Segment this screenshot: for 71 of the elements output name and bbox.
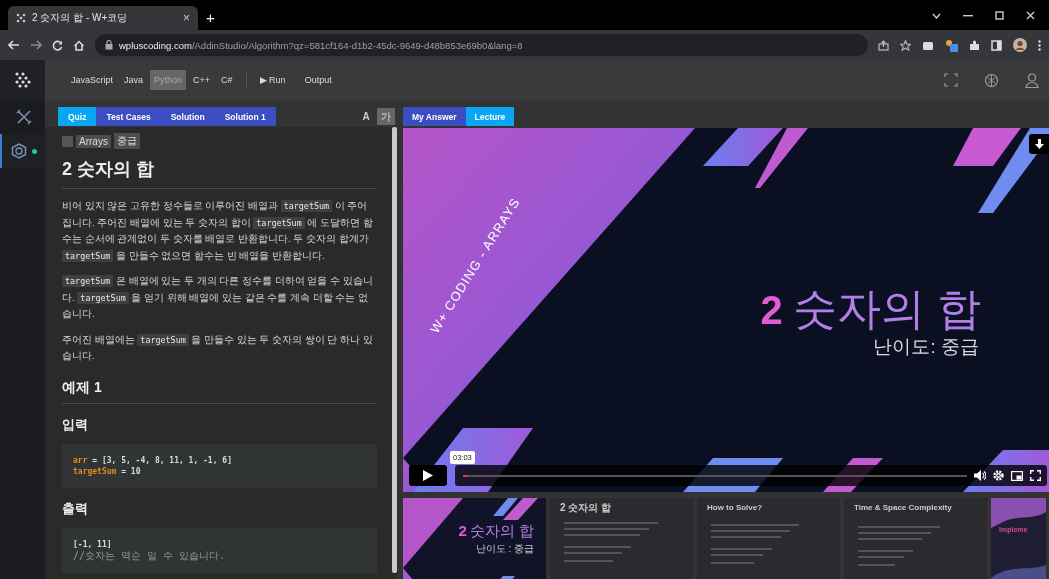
thumbnail-title: Time & Space Complexity [854, 503, 952, 512]
minimize-icon[interactable] [963, 14, 973, 17]
slide-thumbnail[interactable]: 2 숫자의 합 [550, 498, 693, 579]
thumbnail-title: 2 숫자의 합 [560, 501, 612, 515]
tools-icon [15, 109, 32, 125]
browser-tab[interactable]: 2 숫자의 합 - W+코딩 × [8, 6, 198, 30]
subsection-heading: 출력 [62, 500, 89, 518]
forward-icon[interactable] [30, 40, 42, 50]
panel-tab[interactable]: Solution 1 [214, 107, 276, 126]
toggle-button[interactable] [62, 135, 73, 147]
settings-icon[interactable] [993, 470, 1004, 481]
close-icon[interactable] [1026, 11, 1035, 20]
slide-thumbnail[interactable]: 2 숫자의 합 난이도 : 중급 [403, 498, 546, 579]
slide-thumbnail[interactable]: Time & Space Complexity [844, 498, 987, 579]
app-logo-icon [16, 13, 26, 23]
sidebar-item[interactable] [0, 134, 45, 168]
language-tab[interactable]: C++ [189, 70, 215, 90]
status-dot-icon [31, 148, 37, 154]
language-tab[interactable]: Java [120, 70, 148, 90]
hexagon-icon [10, 143, 27, 159]
language-tab[interactable]: JavaScript [67, 70, 118, 90]
more-icon[interactable] [1038, 39, 1041, 51]
reload-icon[interactable] [52, 39, 63, 51]
close-tab-button[interactable]: × [183, 11, 190, 25]
language-tab[interactable]: C# [217, 70, 237, 90]
output-button[interactable]: Output [300, 70, 336, 90]
tab-title: 2 숫자의 합 - W+코딩 [32, 11, 129, 25]
subsection-heading: 입력 [62, 416, 89, 434]
share-icon[interactable] [878, 39, 889, 51]
maximize-icon[interactable] [995, 11, 1004, 20]
star-icon[interactable] [900, 39, 911, 51]
panel-tab[interactable]: My Answer [403, 107, 466, 126]
play-button[interactable] [409, 465, 447, 486]
slide-title: 2 숫자의 합 [760, 283, 981, 335]
thumbnail-title: How to Solve? [707, 503, 763, 512]
address-bar[interactable]: wpluscoding.com/AddinStudio/Algorithm?qz=581cf164-d1b2-45dc-9649-d48b853e69b0&lang=8 [95, 34, 868, 56]
app-logo-icon[interactable] [13, 72, 32, 88]
progress-bar[interactable] [463, 474, 469, 477]
panel-tab[interactable]: Test Cases [96, 107, 161, 126]
slide-thumbnail[interactable]: How to Solve? [697, 498, 840, 579]
code-block: [-1, 11] //숫자는 역순 일 수 있습니다. [62, 527, 377, 573]
user-icon[interactable] [1025, 72, 1039, 88]
home-icon[interactable] [73, 39, 85, 51]
profile-avatar-icon[interactable] [1013, 38, 1027, 52]
font-button[interactable]: A [357, 108, 375, 125]
paragraph: 비어 있지 않은 고유한 정수들로 이루어진 배열과 targetSum 이 주어집니다. 주어진 배열에 있는 두 숫자의 합이 targetSum 에 도달하면 함수는 순서에 관계없이 두 숫자를 배열로 반환합니다. 두 숫자의 합계가 targetSum 을 만들수 없으면 함수는 빈 배열을 반환합니다. [62, 199, 374, 264]
thumbnail-subtitle: 난이도 : 중급 [475, 542, 534, 556]
play-icon [423, 470, 433, 481]
paragraph: targetSum 은 배열에 있는 두 개의 다른 정수를 더하여 얻을 수 있습니다. targetSum 을 얻기 위해 배열에 있는 같은 수를 계속 더할 수는 없습니다. [62, 274, 374, 321]
tag: Arrays [76, 134, 111, 148]
new-tab-button[interactable]: + [206, 9, 215, 26]
picture-in-picture-icon[interactable] [1011, 470, 1023, 481]
download-button[interactable] [1029, 134, 1049, 154]
section-heading: 예제 1 [62, 378, 377, 404]
chevron-down-icon[interactable] [932, 12, 941, 19]
back-icon[interactable] [8, 40, 20, 50]
url-text: wpluscoding.com/AddinStudio/Algorithm?qz=581cf164-d1b2-45dc-9649-d48b853e69b0&lang=8 [119, 39, 523, 51]
extension-badge-icon[interactable] [945, 38, 958, 52]
panel-tab[interactable]: Solution [160, 107, 215, 126]
slide-subtitle: 난이도: 중급 [873, 335, 979, 359]
volume-icon[interactable] [974, 470, 986, 481]
sidebar-icon[interactable] [991, 39, 1002, 51]
lock-icon [105, 40, 113, 50]
code-block: arr = [3, 5, -4, 8, 11, 1, -1, 6] targetSum = 10 [62, 443, 377, 488]
tag: 중급 [113, 133, 140, 149]
problem-title: 2 숫자의 합 [62, 157, 377, 189]
thumbnail-title: 2 숫자의 합 [458, 522, 534, 541]
down-arrow-icon [1034, 139, 1044, 149]
knot-icon[interactable] [984, 72, 999, 88]
run-button[interactable]: ▶ Run [255, 70, 298, 90]
paragraph: 주어진 배열에는 targetSum 을 만들수 있는 두 숫자의 쌍이 단 하나 있습니다. [62, 332, 374, 363]
